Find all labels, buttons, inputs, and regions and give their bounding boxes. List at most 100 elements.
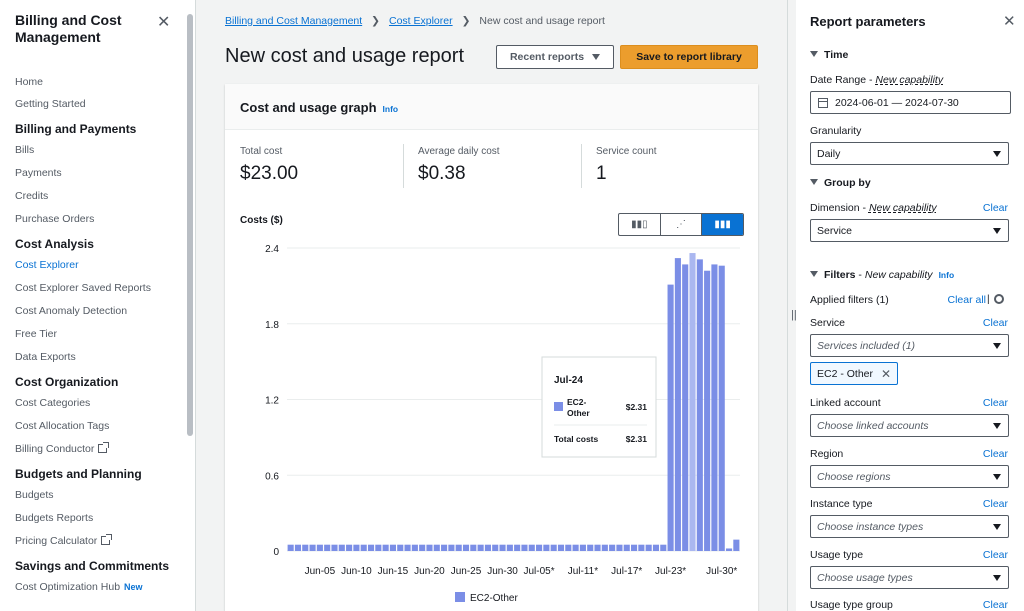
chart-bar[interactable]	[594, 544, 601, 551]
sidebar-item[interactable]: Pricing Calculator	[15, 534, 113, 547]
clear-dimension-link[interactable]: Clear	[983, 202, 1008, 214]
clear-region-link[interactable]: Clear	[983, 448, 1008, 460]
chart-bar[interactable]	[426, 544, 433, 551]
sidebar-item[interactable]: Cost Allocation Tags	[15, 420, 109, 432]
linked-account-select[interactable]: Choose linked accounts	[810, 414, 1009, 437]
breadcrumb-link-billing[interactable]: Billing and Cost Management	[225, 15, 362, 27]
chart-bar[interactable]	[704, 270, 711, 551]
sidebar-item[interactable]: Cost Explorer Saved Reports	[15, 282, 151, 294]
usage-type-select[interactable]: Choose usage types	[810, 566, 1009, 589]
chart-bar[interactable]	[536, 544, 543, 551]
chart-bar[interactable]	[579, 544, 586, 551]
region-select[interactable]: Choose regions	[810, 465, 1009, 488]
chart-bar[interactable]	[674, 258, 681, 551]
sidebar-item[interactable]: Cost Optimization Hub New	[15, 581, 143, 593]
chart-bar[interactable]	[448, 544, 455, 551]
chart-bar[interactable]	[404, 544, 411, 551]
clear-usage-type-link[interactable]: Clear	[983, 549, 1008, 561]
chart-bar[interactable]	[521, 544, 528, 551]
chart-bar[interactable]	[302, 544, 309, 551]
info-link[interactable]: Info	[383, 104, 399, 114]
chart-bar[interactable]	[652, 544, 660, 551]
chart-bar[interactable]	[733, 539, 740, 551]
save-to-library-button[interactable]: Save to report library	[620, 45, 758, 69]
chart-bar[interactable]	[389, 544, 396, 551]
chart-bar[interactable]	[667, 284, 674, 551]
chart-bar[interactable]	[499, 544, 506, 551]
chart-bar[interactable]	[565, 544, 572, 551]
chart-bar[interactable]	[419, 544, 426, 551]
chart-bar[interactable]	[360, 544, 367, 551]
date-range-picker[interactable]: 2024-06-01 — 2024-07-30	[810, 91, 1011, 114]
sidebar-item[interactable]: Budgets	[15, 489, 54, 501]
sidebar-item[interactable]: Payments	[15, 167, 62, 179]
section-group-by[interactable]: Group by	[810, 177, 871, 189]
sidebar-item[interactable]: Budgets Reports	[15, 512, 93, 524]
chart-bar[interactable]	[441, 544, 448, 551]
chart-bar[interactable]	[367, 544, 375, 551]
chart-bar[interactable]	[616, 544, 623, 551]
sidebar-item[interactable]: Getting Started	[15, 98, 86, 110]
chart-bar[interactable]	[609, 544, 616, 551]
chart-bar[interactable]	[506, 544, 513, 551]
chart-bar[interactable]	[689, 253, 696, 552]
instance-type-select[interactable]: Choose instance types	[810, 515, 1009, 538]
granularity-select[interactable]: Daily	[810, 142, 1009, 165]
chart-bar[interactable]	[294, 544, 302, 551]
sidebar-item[interactable]: Bills	[15, 144, 34, 156]
chart-bar[interactable]	[711, 264, 718, 551]
chart-bar[interactable]	[725, 548, 733, 551]
close-icon[interactable]: ✕	[881, 367, 891, 381]
close-icon[interactable]: ✕	[157, 12, 170, 32]
sidebar-item[interactable]: Cost Anomaly Detection	[15, 305, 127, 317]
chart-bar[interactable]	[382, 544, 389, 551]
chart-bar[interactable]	[543, 544, 550, 551]
chart-bar[interactable]	[470, 544, 477, 551]
sidebar-item[interactable]: Free Tier	[15, 328, 57, 340]
chart-bar[interactable]	[462, 544, 470, 551]
stacked-bar-chart-icon[interactable]: ▮▮▮	[702, 214, 743, 235]
chart-bar[interactable]	[287, 544, 294, 551]
chart-bar[interactable]	[309, 544, 316, 551]
clear-instance-type-link[interactable]: Clear	[983, 498, 1008, 510]
chart-bar[interactable]	[623, 544, 630, 551]
clear-linked-account-link[interactable]: Clear	[983, 397, 1008, 409]
chart-bar[interactable]	[660, 544, 667, 551]
chart-bar[interactable]	[601, 544, 608, 551]
chart-bar[interactable]	[324, 544, 331, 551]
chart-bar[interactable]	[433, 544, 440, 551]
sidebar-item[interactable]: Purchase Orders	[15, 213, 94, 225]
chart-bar[interactable]	[638, 544, 645, 551]
dimension-select[interactable]: Service	[810, 219, 1009, 242]
sidebar-item[interactable]: Credits	[15, 190, 48, 202]
chart-bar[interactable]	[550, 544, 557, 551]
chart-bar[interactable]	[484, 544, 491, 551]
clear-all-link[interactable]: Clear all	[947, 294, 986, 306]
chart-bar[interactable]	[397, 544, 404, 551]
chart-bar[interactable]	[316, 544, 323, 551]
chart-bar[interactable]	[346, 544, 353, 551]
sidebar-item[interactable]: Cost Explorer	[15, 259, 79, 271]
chart-bar[interactable]	[696, 259, 703, 551]
sidebar-item[interactable]: Data Exports	[15, 351, 76, 363]
service-select[interactable]: Services included (1)	[810, 334, 1009, 357]
recent-reports-button[interactable]: Recent reports	[496, 45, 614, 69]
sidebar-scrollbar[interactable]	[187, 14, 193, 436]
sidebar-item[interactable]: Cost Categories	[15, 397, 90, 409]
chart-bar[interactable]	[587, 544, 594, 551]
chart-bar[interactable]	[353, 544, 360, 551]
info-link[interactable]: Info	[939, 270, 955, 280]
chart-bar[interactable]	[528, 544, 535, 551]
chart-bar[interactable]	[477, 544, 484, 551]
line-chart-icon[interactable]: ⋰	[661, 214, 703, 235]
chart-bar[interactable]	[338, 544, 345, 551]
chart-bar[interactable]	[411, 544, 418, 551]
chart-bar[interactable]	[718, 265, 725, 551]
chart-bar[interactable]	[645, 544, 652, 551]
gear-icon[interactable]	[994, 294, 1004, 304]
chart-bar[interactable]	[557, 544, 565, 551]
section-time[interactable]: Time	[810, 49, 848, 61]
breadcrumb-link-cost-explorer[interactable]: Cost Explorer	[389, 15, 453, 27]
chart-bar[interactable]	[514, 544, 521, 551]
clear-service-link[interactable]: Clear	[983, 317, 1008, 329]
